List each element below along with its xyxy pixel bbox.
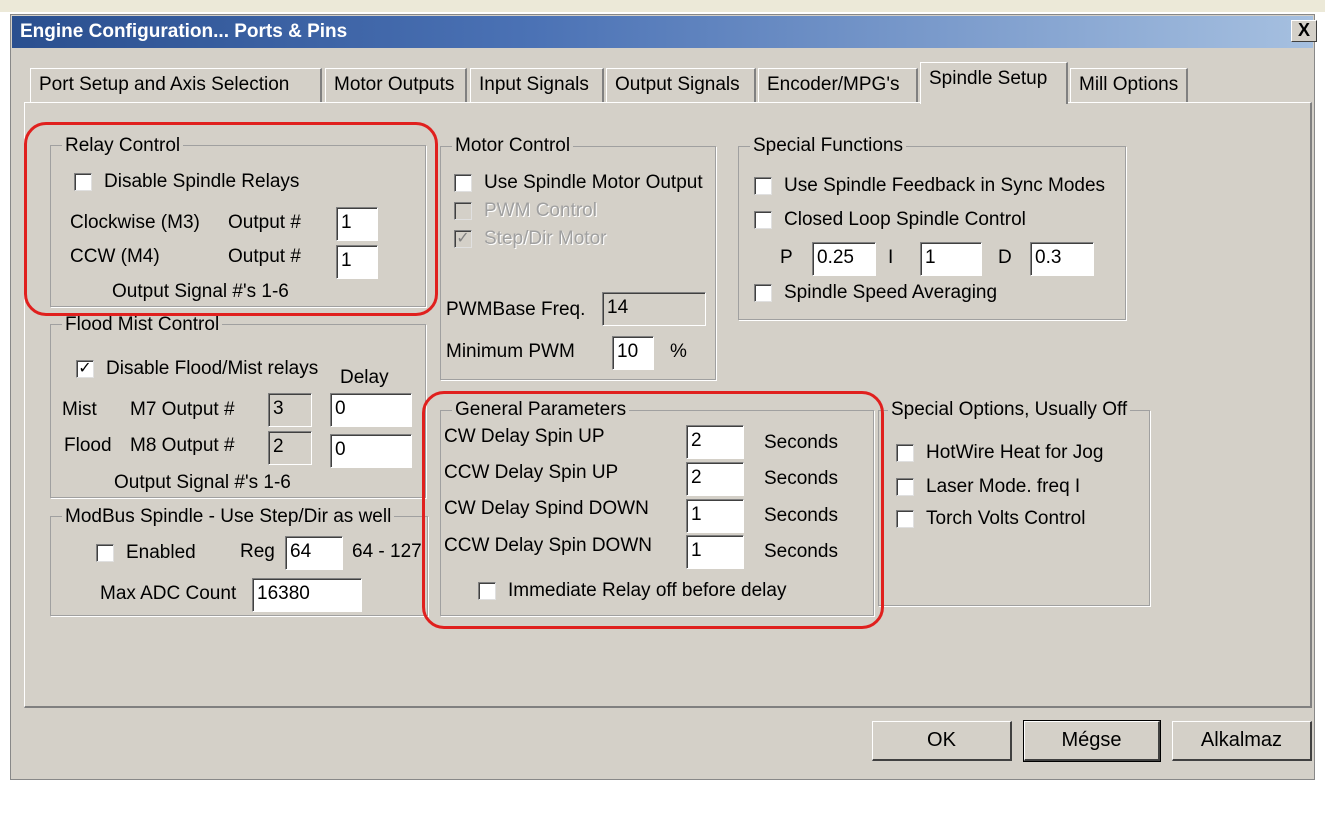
d-field[interactable]: 0.3 [1030,242,1094,276]
mist-output-field[interactable]: 3 [268,393,312,427]
tab-encoder-mpg[interactable]: Encoder/MPG's [758,68,918,102]
laser-mode-label: Laser Mode. freq I [926,476,1081,497]
spindle-feedback-label: Use Spindle Feedback in Sync Modes [784,175,1106,196]
apply-button[interactable]: Alkalmaz [1172,721,1312,761]
minimum-pwm-unit: % [670,341,687,362]
torch-volts-checkbox[interactable] [896,510,914,528]
minimum-pwm-label: Minimum PWM [446,341,575,362]
motor-control-title: Motor Control [452,135,574,157]
step-dir-motor-label: Step/Dir Motor [484,228,607,249]
d-label: D [998,247,1012,268]
delay-label: Delay [340,367,389,388]
flood-mist-title: Flood Mist Control [62,314,223,336]
step-dir-motor-checkbox[interactable]: ✓ [454,230,472,248]
flood-delay-field[interactable]: 0 [330,434,412,468]
reg-label: Reg [240,541,275,562]
modbus-title: ModBus Spindle - Use Step/Dir as well [62,506,395,528]
pwm-control-checkbox[interactable] [454,202,472,220]
closed-loop-label: Closed Loop Spindle Control [784,209,1026,230]
flood-output-field[interactable]: 2 [268,431,312,465]
i-field[interactable]: 1 [920,242,982,276]
spindle-averaging-checkbox[interactable] [754,284,772,302]
hotwire-label: HotWire Heat for Jog [926,442,1104,463]
torch-volts-label: Torch Volts Control [926,508,1086,529]
close-icon: X [1297,20,1310,40]
modbus-enabled-label: Enabled [126,542,196,563]
closed-loop-checkbox[interactable] [754,211,772,229]
highlight-ring-general-params [422,391,884,629]
tab-output-signals[interactable]: Output Signals [606,68,756,102]
modbus-enabled-checkbox[interactable] [96,544,114,562]
tab-mill-options[interactable]: Mill Options [1070,68,1188,102]
ok-button[interactable]: OK [872,721,1012,761]
reg-field[interactable]: 64 [285,536,343,570]
mist-label: Mist [62,399,97,420]
minimum-pwm-field[interactable]: 10 [612,336,654,370]
cancel-button[interactable]: Mégse [1023,720,1161,762]
i-label: I [888,247,894,268]
use-spindle-motor-label: Use Spindle Motor Output [484,172,703,193]
laser-mode-checkbox[interactable] [896,478,914,496]
flood-label: Flood [64,435,112,456]
use-spindle-motor-checkbox[interactable] [454,174,472,192]
spindle-feedback-checkbox[interactable] [754,177,772,195]
spindle-averaging-label: Spindle Speed Averaging [784,282,998,303]
pwm-control-label: PWM Control [484,200,597,221]
flood-output-label: M8 Output # [130,435,235,456]
special-options-title: Special Options, Usually Off [888,399,1131,421]
disable-flood-mist-checkbox[interactable]: ✓ [76,360,94,378]
flood-output-note: Output Signal #'s 1-6 [114,472,291,493]
tab-motor-outputs[interactable]: Motor Outputs [325,68,467,102]
max-adc-field[interactable]: 16380 [252,578,362,612]
tab-input-signals[interactable]: Input Signals [470,68,604,102]
p-label: P [780,247,793,268]
pwm-base-freq-label: PWMBase Freq. [446,299,586,320]
highlight-ring-relay-control [24,122,438,316]
p-field[interactable]: 0.25 [812,242,876,276]
mist-delay-field[interactable]: 0 [330,393,412,427]
mist-output-label: M7 Output # [130,399,235,420]
pwm-base-freq-field[interactable]: 14 [602,292,706,326]
special-functions-title: Special Functions [750,135,906,157]
close-button[interactable]: X [1291,20,1317,42]
disable-flood-mist-label: Disable Flood/Mist relays [106,358,319,379]
background-window-strip [0,0,1325,12]
tab-port-setup[interactable]: Port Setup and Axis Selection [30,68,322,102]
reg-range-label: 64 - 127 [352,541,422,562]
tab-spindle-setup[interactable]: Spindle Setup [920,62,1068,104]
window-title: Engine Configuration... Ports & Pins [20,21,348,42]
hotwire-checkbox[interactable] [896,444,914,462]
max-adc-label: Max ADC Count [100,583,237,604]
